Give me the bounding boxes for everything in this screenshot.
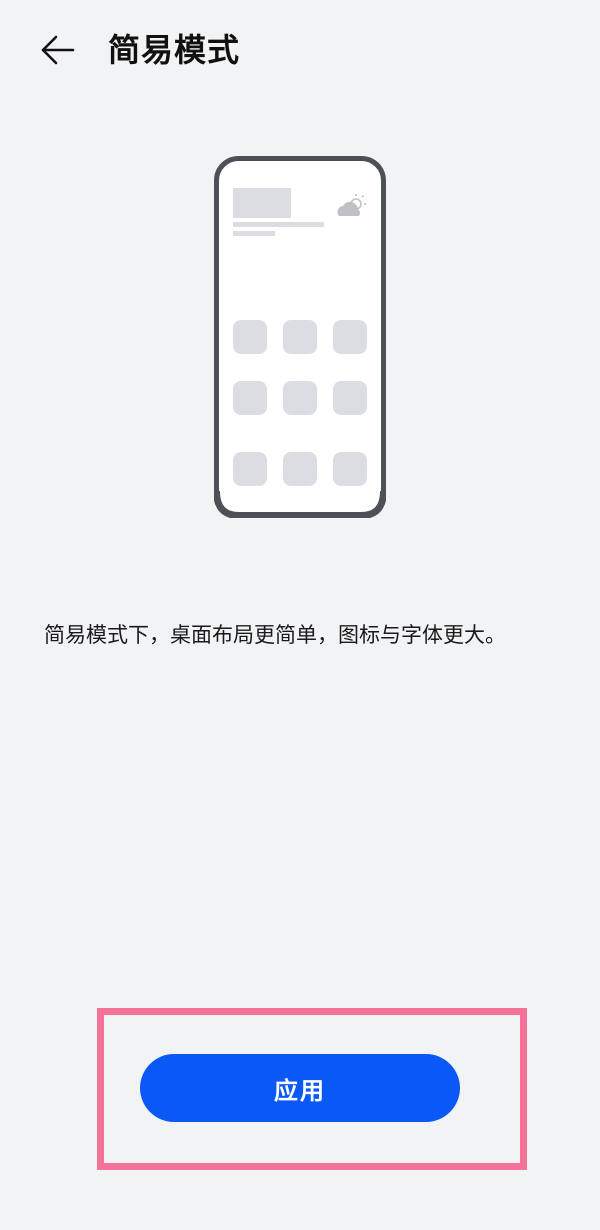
phone-simple-mode-illustration bbox=[214, 156, 386, 518]
app-icon-placeholder bbox=[333, 452, 367, 486]
widget-line bbox=[233, 231, 275, 236]
app-icon-placeholder bbox=[233, 320, 267, 354]
arrow-left-icon bbox=[41, 35, 75, 65]
app-icon-placeholder bbox=[283, 452, 317, 486]
app-icon-placeholder bbox=[283, 381, 317, 415]
page-title: 简易模式 bbox=[108, 31, 241, 69]
app-icon-placeholder bbox=[283, 320, 317, 354]
back-button[interactable] bbox=[30, 22, 86, 78]
app-icon-placeholder bbox=[333, 381, 367, 415]
widget-line bbox=[233, 222, 324, 227]
apply-button[interactable]: 应用 bbox=[140, 1054, 460, 1122]
mode-description: 简易模式下，桌面布局更简单，图标与字体更大。 bbox=[44, 623, 506, 647]
app-icon-placeholder bbox=[233, 452, 267, 486]
header: 简易模式 bbox=[0, 0, 600, 100]
app-icon-placeholder bbox=[333, 320, 367, 354]
widget-block bbox=[233, 188, 291, 218]
app-icon-placeholder bbox=[233, 381, 267, 415]
